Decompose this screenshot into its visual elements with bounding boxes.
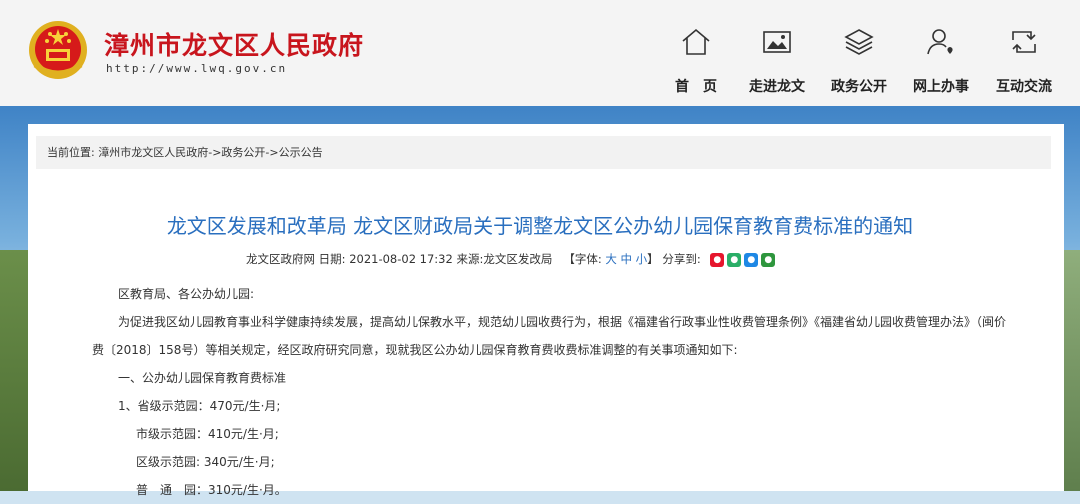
font-small-button[interactable]: 小 — [636, 252, 648, 266]
meta-date-label: 日期: — [318, 252, 346, 266]
breadcrumb-separator: -> — [208, 146, 222, 159]
paragraph-intro-cont: 费〔2018〕158号）等相关规定，经区政府研究同意，现就我区公办幼儿园保育教育… — [92, 343, 738, 357]
font-size-label: 【字体: — [563, 252, 602, 266]
font-size-label-close: 】 — [647, 252, 659, 266]
font-large-button[interactable]: 大 — [605, 252, 617, 266]
share-icons: ● ● ● ● — [710, 252, 778, 267]
site-title[interactable]: 漳州市龙文区人民政府 — [104, 26, 364, 62]
paragraph-fee-provincial: 1、省级示范园：470元/生·月; — [118, 399, 281, 413]
nav-services-label: 网上办事 — [913, 79, 969, 95]
qq-share-icon[interactable]: ● — [744, 252, 759, 267]
home-icon — [682, 28, 710, 55]
image-icon — [763, 31, 791, 53]
exchange-icon — [1012, 31, 1036, 53]
site-url: http://www.lwq.gov.cn — [106, 62, 288, 75]
paragraph-section-heading: 一、公办幼儿园保育教育费标准 — [118, 371, 287, 385]
font-medium-button[interactable]: 中 — [621, 252, 633, 266]
nav-interaction-label: 互动交流 — [996, 79, 1052, 95]
user-heart-icon — [927, 29, 953, 55]
breadcrumb-affairs-link[interactable]: 政务公开 — [221, 136, 265, 169]
meta-site: 龙文区政府网 — [246, 252, 315, 266]
national-emblem-logo[interactable] — [27, 19, 89, 81]
article-meta: 龙文区政府网 日期: 2021-08-02 17:32 来源:龙文区发改局 【字… — [246, 251, 778, 267]
breadcrumb: 当前位置: 漳州市龙文区人民政府->政务公开->公示公告 — [36, 136, 1051, 169]
article-title: 龙文区发展和改革局 龙文区财政局关于调整龙文区公办幼儿园保育教育费标准的通知 — [166, 214, 914, 238]
paragraph-fee-district: 区级示范园: 340元/生·月; — [136, 455, 275, 469]
breadcrumb-home-link[interactable]: 漳州市龙文区人民政府 — [98, 136, 208, 169]
share-label: 分享到: — [662, 252, 701, 266]
nav-about-label: 走进龙文 — [749, 79, 805, 95]
paragraph-salutation: 区教育局、各公办幼儿园: — [118, 287, 255, 301]
breadcrumb-separator: -> — [265, 146, 279, 159]
site-header: 漳州市龙文区人民政府 http://www.lwq.gov.cn 首 页 走进龙… — [0, 0, 1080, 107]
wechat-share-icon[interactable]: ● — [727, 252, 742, 267]
nav-government-affairs[interactable]: 政务公开 — [819, 26, 899, 96]
douban-share-icon[interactable]: ● — [761, 252, 776, 267]
breadcrumb-notices-link[interactable]: 公示公告 — [279, 136, 323, 169]
weibo-share-icon[interactable]: ● — [710, 252, 725, 267]
article-body: 区教育局、各公办幼儿园: 为促进我区幼儿园教育事业科学健康持续发展，提高幼儿保教… — [92, 280, 1042, 504]
paragraph-fee-municipal: 市级示范园：410元/生·月; — [136, 427, 279, 441]
meta-date: 2021-08-02 17:32 — [349, 252, 453, 266]
paragraph-intro: 为促进我区幼儿园教育事业科学健康持续发展，提高幼儿保教水平，规范幼儿园收费行为，… — [118, 315, 1007, 329]
breadcrumb-lead: 当前位置: — [47, 146, 95, 159]
nav-about-longwen[interactable]: 走进龙文 — [737, 26, 817, 96]
content-panel: 当前位置: 漳州市龙文区人民政府->政务公开->公示公告 龙文区发展和改革局 龙… — [28, 124, 1064, 497]
paragraph-fee-ordinary: 普 通 园：310元/生·月。 — [136, 483, 287, 497]
nav-affairs-label: 政务公开 — [831, 79, 887, 95]
nav-interaction[interactable]: 互动交流 — [984, 26, 1064, 96]
nav-online-services[interactable]: 网上办事 — [901, 26, 981, 96]
layers-icon — [844, 29, 874, 55]
nav-home[interactable]: 首 页 — [656, 26, 736, 96]
meta-source-label: 来源: — [456, 252, 484, 266]
nav-home-label: 首 页 — [675, 79, 717, 95]
meta-source: 龙文区发改局 — [483, 252, 553, 266]
